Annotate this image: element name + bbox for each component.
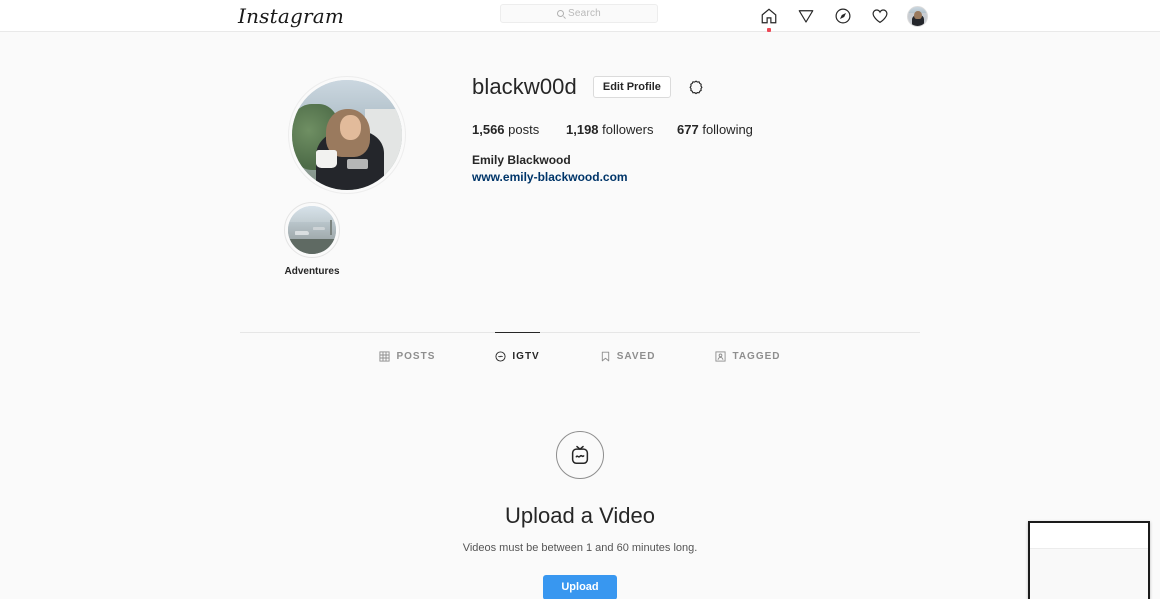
tab-tagged-label: TAGGED [732,351,781,362]
igtv-empty-state: Upload a Video Videos must be between 1 … [240,431,920,599]
igtv-empty-title: Upload a Video [504,503,656,528]
tab-igtv-label: IGTV [512,351,540,362]
stat-followers-count: 1,198 [566,122,599,137]
profile-bio: Emily Blackwood www.emily-blackwood.com [472,152,912,186]
floating-window-titlebar [1030,523,1148,549]
story-highlight-cover [288,206,336,254]
page-title: blackw00d [472,74,577,99]
profile-full-name: Emily Blackwood [472,153,571,167]
stat-following-count: 677 [677,122,699,137]
stat-following[interactable]: 677 following [677,122,753,138]
stat-posts-count: 1,566 [472,122,505,137]
cover-dock [288,238,336,254]
top-navigation-bar: Instagram Search [0,0,1160,32]
profile-stats: 1,566 posts 1,198 followers 677 followin… [472,122,912,138]
grid-icon [379,351,391,362]
profile-picture[interactable] [288,76,406,194]
tab-saved[interactable]: SAVED [600,332,656,374]
stat-posts: 1,566 posts [472,122,566,138]
igtv-empty-subtitle: Videos must be between 1 and 60 minutes … [462,542,698,554]
search-input[interactable]: Search [500,4,658,23]
explore-compass-icon[interactable] [833,7,852,26]
profile-website-link[interactable]: www.emily-blackwood.com [472,169,912,186]
tab-saved-label: SAVED [616,351,656,362]
search-placeholder: Search [568,8,601,19]
cover-boat-near [294,230,310,235]
story-highlight-ring [284,202,340,258]
nav-icon-group [759,0,928,32]
notification-dot [766,27,771,32]
tab-igtv[interactable]: IGTV [495,332,540,374]
instagram-logo[interactable]: Instagram [238,2,344,30]
profile-avatar[interactable] [907,5,928,27]
username-row: blackw00d Edit Profile [472,72,912,102]
edit-profile-button[interactable]: Edit Profile [592,76,671,98]
tab-tagged[interactable]: TAGGED [715,332,780,374]
story-highlight-adventures[interactable]: Adventures [275,202,349,302]
stat-following-label: following [702,122,753,137]
igtv-icon [495,351,506,362]
profile-picture-image [292,80,402,190]
home-icon[interactable] [759,7,778,32]
profile-info: blackw00d Edit Profile 1,566 posts 1,198… [472,72,912,186]
floating-window[interactable] [1028,521,1150,599]
igtv-tv-icon [556,431,604,479]
direct-messages-icon[interactable] [796,7,815,26]
floating-window-body [1030,549,1148,599]
photo-mug [316,150,338,168]
bookmark-icon [601,351,609,362]
upload-button[interactable]: Upload [543,575,617,599]
tagged-person-icon [715,351,726,362]
activity-heart-icon[interactable] [870,7,889,26]
profile-page: blackw00d Edit Profile 1,566 posts 1,198… [0,32,1160,599]
tab-posts-label: POSTS [396,351,436,362]
stat-followers[interactable]: 1,198 followers [566,122,677,138]
search-icon [557,10,565,17]
stat-followers-label: followers [602,122,654,137]
stat-posts-label: posts [508,122,540,137]
gear-icon[interactable] [687,78,705,96]
cover-dock-post [329,220,333,235]
photo-sweatshirt-print [347,159,368,170]
cover-boat-far [312,227,326,231]
story-highlight-label: Adventures [284,266,340,277]
profile-tabs: POSTS IGTV SAVED TAGGED [240,332,920,375]
story-highlights: Adventures [240,202,920,302]
avatar-thumb-hair [913,10,922,20]
profile-content-container: blackw00d Edit Profile 1,566 posts 1,198… [240,32,920,599]
profile-header: blackw00d Edit Profile 1,566 posts 1,198… [240,32,920,202]
tab-posts[interactable]: POSTS [379,332,435,374]
